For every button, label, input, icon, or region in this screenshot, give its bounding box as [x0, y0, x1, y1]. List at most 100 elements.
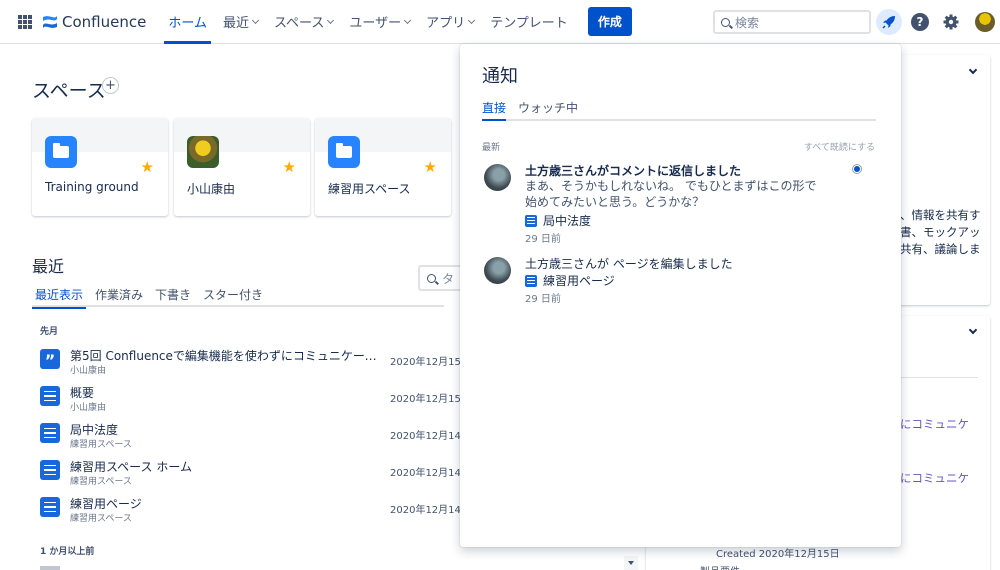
- nav-apps-label: アプリ: [426, 16, 466, 31]
- section-label: 最新: [482, 143, 501, 153]
- panel-text: 、情報を共有す: [900, 208, 981, 222]
- spaces-heading: スペース: [32, 80, 106, 102]
- profile-button[interactable]: [972, 9, 998, 35]
- chevron-down-icon: [404, 16, 412, 24]
- row-space: 練習用スペース: [70, 477, 132, 487]
- space-name: 小山康由: [187, 182, 236, 196]
- search-input[interactable]: 検索: [713, 10, 871, 34]
- chevron-down-icon: [251, 16, 260, 24]
- row-space: 練習用スペース: [70, 514, 132, 524]
- row-date: 2020年12月14日: [390, 505, 460, 516]
- page-icon: [40, 497, 60, 517]
- chevron-down-icon[interactable]: [968, 65, 978, 75]
- notification-actor: 土方歳三さんが: [525, 257, 610, 271]
- page-icon: [40, 423, 60, 443]
- avatar: [484, 257, 511, 284]
- list-item[interactable]: 練習用ページ 練習用スペース 2020年12月14日: [40, 495, 460, 529]
- page-icon: [40, 460, 60, 480]
- nav-apps[interactable]: アプリ: [418, 0, 482, 44]
- list-item[interactable]: 練習用スペース ホーム 練習用スペース 2020年12月14日: [40, 458, 460, 492]
- notifications-panel: 通知 直接 ウォッチ中 最新 すべて既読にする 土方歳三さんがコメントに返信しま…: [460, 44, 901, 547]
- panel-link[interactable]: にコミュニケ: [900, 416, 969, 432]
- row-title: 練習用ページ: [70, 497, 142, 511]
- filter-placeholder: タ: [442, 271, 455, 286]
- row-title: 局中法度: [70, 423, 119, 437]
- tab-direct[interactable]: 直接: [482, 99, 507, 121]
- notification-page-link[interactable]: 練習用ページ: [525, 272, 615, 289]
- group-heading-older: 1 か月以上前: [40, 547, 95, 557]
- list-item[interactable]: 局中法度 練習用スペース 2020年12月14日: [40, 421, 460, 455]
- tab-recently-viewed[interactable]: 最近表示: [32, 286, 87, 309]
- row-date: 2020年12月15日: [390, 357, 460, 368]
- folder-icon: [45, 136, 77, 168]
- nav-templates[interactable]: テンプレート: [482, 0, 576, 44]
- nav-spaces-label: スペース: [273, 16, 325, 31]
- list-item[interactable]: ” 第5回 Confluenceで編集機能を使わずにコミュニケーション… 小山康…: [40, 347, 460, 381]
- row-space: 小山康由: [70, 366, 107, 376]
- nav-spaces[interactable]: スペース: [266, 0, 341, 44]
- nav-recent[interactable]: 最近: [215, 0, 266, 44]
- notification-body: まあ、そうかもしれないね。 でもひとまずはこの形で始めてみたいと思う。どうかな？: [525, 179, 817, 209]
- tab-watching[interactable]: ウォッチ中: [518, 99, 578, 119]
- row-space: 練習用スペース: [70, 440, 132, 450]
- panel-item-stub[interactable]: 製品要件: [700, 563, 760, 570]
- chevron-down-icon[interactable]: [968, 325, 978, 335]
- tab-drafts[interactable]: 下書き: [152, 286, 194, 307]
- row-date: 2020年12月15日: [390, 394, 460, 405]
- logo-text: Confluence: [62, 12, 147, 31]
- create-button[interactable]: 作成: [587, 7, 632, 36]
- notifications-title: 通知: [482, 66, 518, 87]
- unread-indicator[interactable]: [852, 164, 862, 174]
- star-icon[interactable]: ★: [283, 158, 296, 176]
- search-placeholder: 検索: [735, 15, 760, 30]
- created-meta: Created 2020年12月15日: [716, 549, 840, 560]
- notifications-tabs: 直接 ウォッチ中: [482, 99, 876, 121]
- page-icon: [525, 274, 537, 287]
- settings-button[interactable]: [938, 9, 964, 35]
- notification-item[interactable]: 土方歳三さんがコメントに返信しました まあ、そうかもしれないね。 でもひとまずは…: [484, 162, 864, 245]
- notification-page-title: 練習用ページ: [543, 274, 615, 288]
- notification-head-text: 土方歳三さんがコメントに返信しました: [525, 164, 742, 178]
- row-date: 2020年12月14日: [390, 468, 460, 479]
- help-icon: ?: [911, 13, 929, 31]
- space-card-personal[interactable]: ★ 小山康由: [174, 118, 310, 216]
- rocket-icon: [882, 16, 895, 29]
- gear-icon: [943, 14, 959, 30]
- notification-head: 土方歳三さんが ページを編集しました: [525, 255, 733, 272]
- add-space-button[interactable]: +: [102, 77, 119, 94]
- page-icon: [40, 566, 60, 570]
- nav-users-label: ユーザー: [349, 16, 402, 31]
- notification-action: ページを編集しました: [609, 257, 733, 271]
- avatar: [484, 164, 511, 191]
- star-icon[interactable]: ★: [141, 158, 154, 176]
- confluence-logo[interactable]: Confluence: [42, 13, 146, 31]
- tab-worked-on[interactable]: 作業済み: [92, 286, 146, 307]
- nav-home[interactable]: ホーム: [160, 0, 215, 44]
- star-icon[interactable]: ★: [424, 158, 437, 176]
- nav-users[interactable]: ユーザー: [341, 0, 418, 44]
- nav-templates-label: テンプレート: [490, 16, 568, 31]
- avatar: [187, 136, 219, 168]
- notification-page-link[interactable]: 局中法度: [525, 212, 591, 229]
- notification-page-title: 局中法度: [543, 214, 592, 228]
- nav-home-label: ホーム: [168, 16, 207, 31]
- scroll-down-button[interactable]: [624, 556, 638, 570]
- recent-tabs: 最近表示 作業済み 下書き スター付き: [32, 286, 444, 309]
- top-navigation: Confluence ホーム 最近 スペース ユーザー アプリ テンプレート 作…: [0, 0, 1000, 44]
- help-button[interactable]: ?: [907, 9, 933, 35]
- notification-time: 29 日前: [525, 234, 561, 245]
- notification-time: 29 日前: [525, 294, 561, 305]
- mark-all-read-link[interactable]: すべて既読にする: [804, 140, 875, 153]
- search-icon: [427, 273, 436, 283]
- space-card-training-ground[interactable]: ★ Training ground: [32, 118, 168, 216]
- recent-heading: 最近: [32, 257, 65, 276]
- notifications-button[interactable]: [876, 9, 902, 35]
- app-switcher-icon[interactable]: [18, 14, 32, 29]
- page-icon: [525, 214, 537, 227]
- panel-link[interactable]: にコミュニケ: [900, 470, 969, 486]
- notification-item[interactable]: 土方歳三さんが ページを編集しました 練習用ページ 29 日前: [484, 255, 864, 305]
- panel-text: 書、モックアッ: [900, 225, 981, 239]
- list-item[interactable]: 概要 小山康由 2020年12月15日: [40, 384, 460, 418]
- space-card-practice[interactable]: ★ 練習用スペース: [315, 118, 451, 216]
- tab-starred[interactable]: スター付き: [200, 286, 266, 307]
